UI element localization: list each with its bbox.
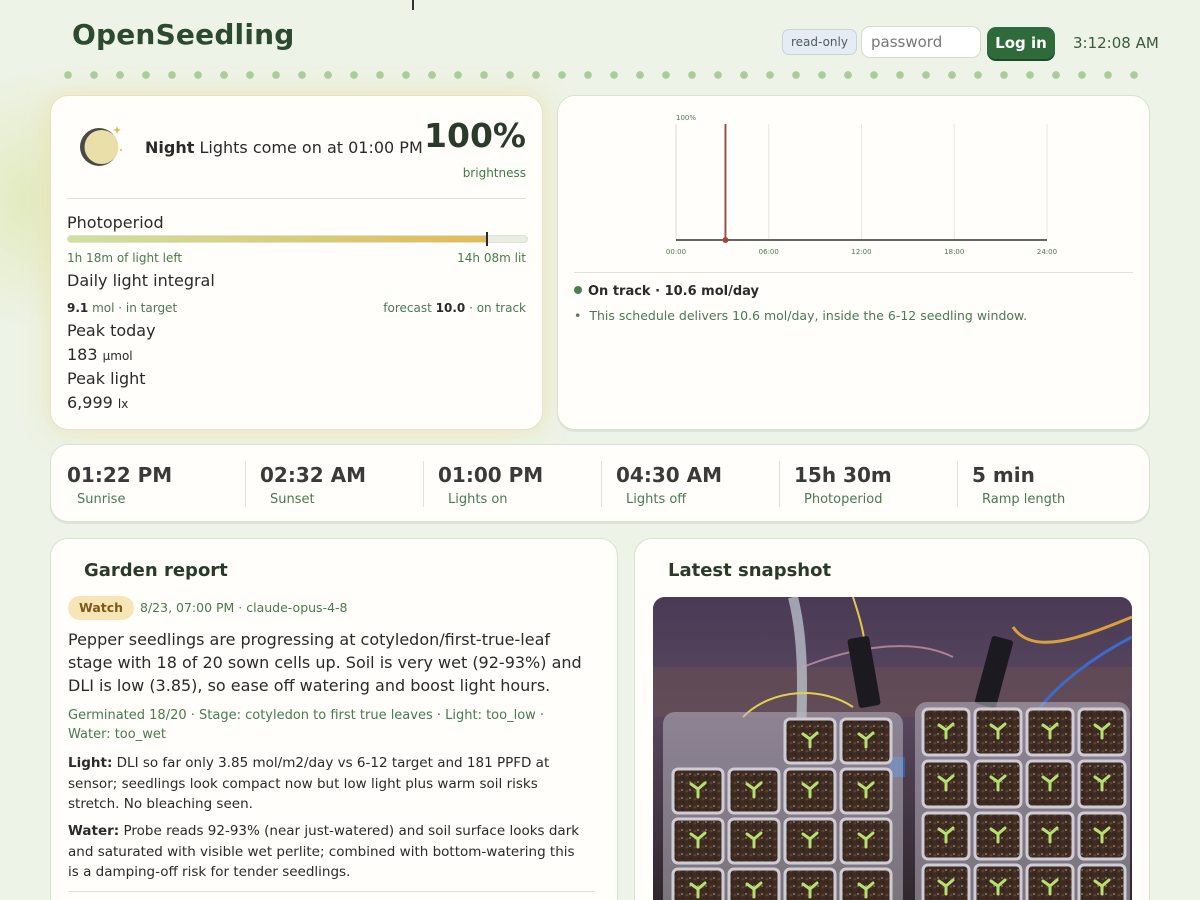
light-schedule-chart: 00:00 06:00 12:00 18:00 24:00 100% bbox=[666, 114, 1057, 256]
light-schedule-chart-card: 00:00 06:00 12:00 18:00 24:00 100% On track ·… bbox=[557, 95, 1150, 430]
brightness-label: brightness bbox=[462, 166, 526, 180]
stat-label: Sunrise bbox=[77, 492, 126, 507]
phase-name: Night bbox=[145, 138, 195, 157]
dotted-divider bbox=[55, 70, 1151, 80]
photoperiod-bar bbox=[67, 235, 528, 243]
snapshot-card: Latest snapshot bbox=[634, 538, 1150, 900]
chart-x-tick-label: 06:00 bbox=[759, 248, 779, 256]
stat-label: Photoperiod bbox=[804, 492, 883, 507]
report-meta: 8/23, 07:00 PM · claude-opus-4-8 bbox=[140, 600, 348, 615]
stat-sunset: 02:32 AM Sunset bbox=[260, 463, 366, 507]
water-paragraph: Water: Probe reads 92-93% (near just-wat… bbox=[68, 821, 588, 883]
report-tags: Germinated 18/20 · Stage: cotyledon to f… bbox=[68, 708, 545, 742]
light-label: Light: bbox=[68, 755, 113, 771]
stat-label: Lights off bbox=[626, 492, 687, 507]
photoperiod-label: Photoperiod bbox=[67, 213, 164, 232]
dli-value: 9.1 bbox=[67, 301, 89, 315]
water-text: Probe reads 92-93% (near just-watered) a… bbox=[68, 823, 580, 880]
chart-x-tick-label: 18:00 bbox=[944, 248, 964, 256]
chart-x-tick-label: 00:00 bbox=[666, 248, 686, 256]
readonly-badge: read-only bbox=[782, 29, 857, 55]
water-label: Water: bbox=[68, 823, 120, 839]
stat-value: 5 min bbox=[972, 463, 1035, 487]
peak-light-unit: lx bbox=[117, 397, 129, 411]
stat-separator bbox=[601, 461, 602, 507]
chart-x-tick-label: 12:00 bbox=[851, 248, 871, 256]
peak-today-unit: μmol bbox=[102, 349, 133, 363]
dli-unit-status: mol · in target bbox=[92, 301, 178, 315]
stat-lights-on: 01:00 PM Lights on bbox=[438, 463, 543, 507]
stat-label: Sunset bbox=[270, 492, 315, 507]
dli-forecast: forecast 10.0 · on track bbox=[383, 301, 526, 315]
status-headline: On track · 10.6 mol/day bbox=[588, 284, 760, 299]
light-text: DLI so far only 3.85 mol/m2/day vs 6-12 … bbox=[68, 755, 550, 812]
stat-separator bbox=[779, 461, 780, 507]
app-header: OpenSeedling read-only Log in 3:12:08 AM bbox=[0, 0, 1200, 70]
status-badge: Watch bbox=[68, 596, 135, 620]
forecast-value: 10.0 bbox=[435, 301, 466, 315]
stat-photoperiod: 15h 30m Photoperiod bbox=[794, 463, 892, 507]
peak-today-label: Peak today bbox=[67, 321, 156, 340]
stat-lights-off: 04:30 AM Lights off bbox=[616, 463, 722, 507]
peak-light-label: Peak light bbox=[67, 369, 146, 388]
report-title: Garden report bbox=[84, 560, 228, 581]
divider bbox=[574, 272, 1133, 273]
stat-separator bbox=[245, 461, 246, 507]
light-left-text: 1h 18m of light left bbox=[67, 251, 183, 265]
stat-value: 02:32 AM bbox=[260, 463, 367, 487]
status-note: This schedule delivers 10.6 mol/day, ins… bbox=[574, 308, 1027, 323]
current-status-card: Night Lights come on at 01:00 PM 100% br… bbox=[50, 95, 543, 430]
stat-ramp-length: 5 min Ramp length bbox=[972, 463, 1065, 507]
phase-description: Lights come on at 01:00 PM bbox=[199, 138, 423, 157]
peak-light-reading: 6,999 lx bbox=[67, 393, 128, 412]
seedling-snapshot-image[interactable] bbox=[653, 597, 1132, 900]
stat-separator bbox=[957, 461, 958, 507]
brightness-value: 100% bbox=[424, 116, 526, 155]
dli-reading: 9.1 mol · in target bbox=[67, 301, 177, 315]
report-summary: Pepper seedlings are progressing at coty… bbox=[68, 630, 582, 695]
stat-value: 01:22 PM bbox=[67, 463, 173, 487]
stat-value: 04:30 AM bbox=[616, 463, 723, 487]
stat-separator bbox=[423, 461, 424, 507]
divider bbox=[68, 891, 595, 892]
phase-text: Night Lights come on at 01:00 PM bbox=[145, 138, 423, 157]
password-input[interactable] bbox=[861, 26, 981, 58]
clock: 3:12:08 AM bbox=[1073, 34, 1159, 52]
stat-sunrise: 01:22 PM Sunrise bbox=[67, 463, 172, 507]
dli-label: Daily light integral bbox=[67, 271, 215, 290]
divider bbox=[67, 198, 526, 199]
schedule-stats-card: 01:22 PM Sunrise 02:32 AM Sunset 01:00 P… bbox=[50, 444, 1150, 522]
schedule-status: On track · 10.6 mol/day bbox=[574, 284, 759, 299]
peak-today-value: 183 bbox=[67, 345, 98, 364]
photoperiod-now-marker bbox=[485, 232, 488, 246]
stat-value: 15h 30m bbox=[794, 463, 892, 487]
peak-today-reading: 183 μmol bbox=[67, 345, 133, 364]
stat-value: 01:00 PM bbox=[438, 463, 544, 487]
chart-x-tick-label: 24:00 bbox=[1037, 248, 1057, 256]
crescent-moon-icon bbox=[80, 126, 122, 166]
photoperiod-bar-fill bbox=[68, 236, 486, 242]
forecast-suffix: · on track bbox=[469, 301, 526, 315]
chart-now-point bbox=[722, 237, 729, 243]
forecast-prefix: forecast bbox=[383, 301, 432, 315]
stat-label: Ramp length bbox=[982, 492, 1066, 507]
garden-report-card: Garden report Watch 8/23, 07:00 PM · cla… bbox=[50, 538, 618, 900]
chart-y-tick-label: 100% bbox=[676, 114, 696, 122]
peak-light-value: 6,999 bbox=[67, 393, 113, 412]
status-dot-icon bbox=[574, 286, 582, 294]
stat-label: Lights on bbox=[448, 492, 508, 507]
brand-title: OpenSeedling bbox=[72, 18, 295, 51]
snapshot-title: Latest snapshot bbox=[668, 560, 832, 581]
light-paragraph: Light: DLI so far only 3.85 mol/m2/day v… bbox=[68, 753, 588, 815]
login-button[interactable]: Log in bbox=[987, 27, 1055, 59]
light-lit-text: 14h 08m lit bbox=[457, 251, 526, 265]
